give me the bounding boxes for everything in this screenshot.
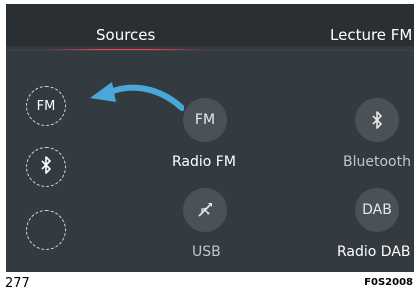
sidebar-fm-shortcut[interactable]: FM bbox=[26, 86, 66, 126]
source-label-radio-fm: Radio FM bbox=[172, 154, 236, 170]
drag-arrow-icon bbox=[90, 82, 184, 111]
source-label-radio-dab: Radio DAB bbox=[337, 244, 411, 260]
header-bar: Sources Lecture FM bbox=[6, 4, 414, 46]
bluetooth-source-icon[interactable] bbox=[355, 98, 399, 142]
sidebar-bluetooth-shortcut[interactable] bbox=[26, 147, 66, 187]
fm-icon: FM bbox=[36, 98, 56, 114]
figure-code: F0S2008 bbox=[364, 277, 413, 288]
tab-lecture-fm[interactable]: Lecture FM bbox=[330, 26, 412, 44]
source-label-bluetooth: Bluetooth bbox=[343, 154, 411, 170]
bluetooth-icon bbox=[372, 111, 382, 129]
figure-number: 277 bbox=[5, 276, 30, 291]
sidebar-empty-slot[interactable] bbox=[26, 210, 66, 250]
usb-icon bbox=[198, 203, 212, 217]
tab-sources[interactable]: Sources bbox=[96, 26, 155, 44]
source-label-usb: USB bbox=[192, 244, 221, 260]
usb-source-icon[interactable] bbox=[183, 188, 227, 232]
header-divider bbox=[6, 50, 414, 51]
bluetooth-icon bbox=[39, 156, 53, 178]
radio-fm-icon[interactable]: FM bbox=[183, 98, 227, 142]
dab-icon[interactable]: DAB bbox=[355, 188, 399, 232]
infotainment-screen: Sources Lecture FM FM FM Radio FM Blueto… bbox=[6, 4, 414, 272]
